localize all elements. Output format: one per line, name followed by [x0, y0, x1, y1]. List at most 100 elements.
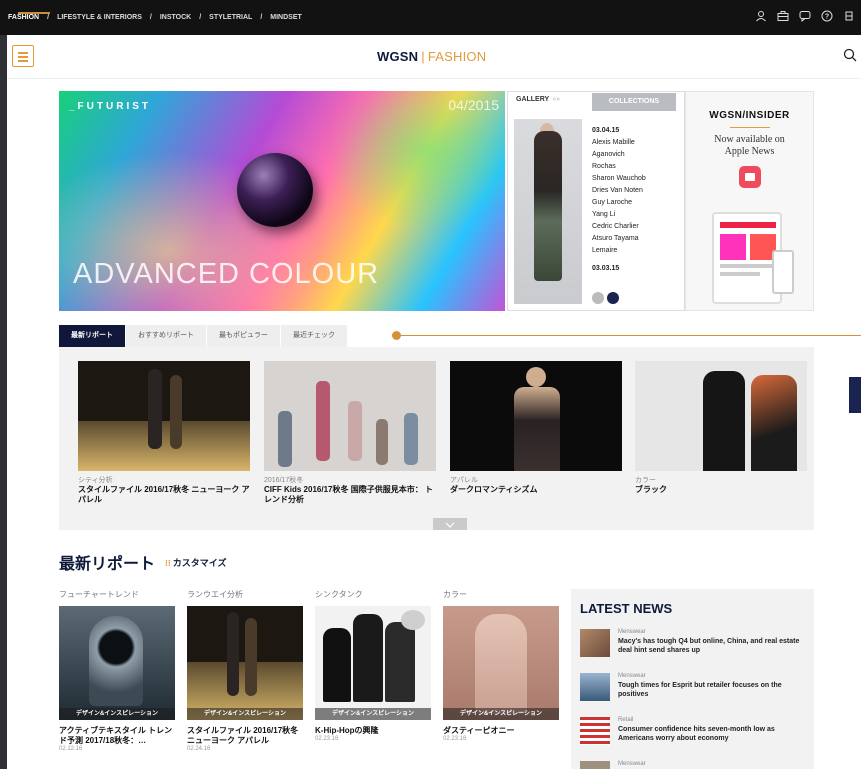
report-image [450, 361, 622, 471]
topnav-separator: / [149, 14, 152, 21]
report-title: アクティブテキスタイル トレンド予測 2017/18秋冬：… [59, 726, 173, 745]
topnav-separator: / [199, 14, 202, 21]
briefcase-icon[interactable] [777, 10, 789, 22]
insider-promo[interactable]: WGSN/INSIDER Now available on Apple News [685, 91, 814, 311]
report-card[interactable]: カラー ブラック [635, 361, 807, 495]
model-body [534, 131, 562, 281]
latest-news-panel: LATEST NEWS Menswear Macy's has tough Q4… [571, 589, 814, 769]
tab-latest[interactable]: 最新リポート [59, 325, 125, 352]
report-label: デザイン&インスピレーション [315, 708, 431, 720]
latest-report-card[interactable]: ランウエイ分析 デザイン&インスピレーション スタイルファイル 2016/17秋… [187, 589, 303, 752]
report-category: フューチャートレンド [59, 590, 139, 599]
tablet-header [720, 222, 776, 228]
collection-date: 03.04.15 [592, 127, 620, 134]
report-image [78, 361, 250, 471]
news-category: Menswear [618, 761, 646, 767]
apple-news-icon [738, 166, 761, 188]
person-figure [353, 614, 383, 702]
news-title: Consumer confidence hits seven-month low… [618, 726, 775, 742]
hero-kicker: _FUTURIST [69, 101, 151, 112]
hero-banner[interactable]: _FUTURIST 04/2015 ADVANCED COLOUR [59, 91, 505, 311]
topnav-instock[interactable]: INSTOCK [160, 14, 191, 21]
report-category: シティ分析 [78, 477, 113, 484]
customize-label: カスタマイズ [172, 558, 227, 568]
tablet-text [720, 264, 776, 268]
latest-report-card[interactable]: フューチャートレンド デザイン&インスピレーション アクティブテキスタイル トレ… [59, 589, 175, 752]
collection-item[interactable]: Aganovich [592, 149, 646, 161]
model-body [514, 387, 560, 471]
model-figure [227, 612, 239, 696]
top-nav-bar: FASHION / LIFESTYLE & INTERIORS / INSTOC… [0, 0, 861, 35]
hamburger-icon-line [18, 60, 28, 62]
tab-recommended[interactable]: おすすめリポート [126, 325, 206, 347]
child-figure [348, 401, 362, 461]
topnav-separator: / [260, 14, 263, 21]
report-card[interactable]: シティ分析 スタイルファイル 2016/17秋冬 ニューヨーク アパレル [78, 361, 250, 505]
site-header: WGSN | FASHION [7, 35, 861, 79]
collection-item[interactable]: Lemaire [592, 245, 646, 257]
news-thumbnail [580, 761, 610, 769]
report-image [264, 361, 436, 471]
arrow-down-icon[interactable] [607, 292, 619, 304]
tab-recent[interactable]: 最近チェック [281, 325, 347, 347]
insider-line1: Now available on [714, 134, 785, 145]
report-title: ダークロマンティシズム [450, 485, 538, 494]
latest-reports-title: 最新リポート [59, 556, 156, 573]
customize-button[interactable]: ⁝⁝ カスタマイズ [165, 556, 226, 569]
featured-reports: シティ分析 スタイルファイル 2016/17秋冬 ニューヨーク アパレル 201… [59, 347, 814, 530]
report-card[interactable]: アパレル ダークロマンティシズム [450, 361, 622, 495]
runway-photo[interactable] [514, 119, 582, 304]
logo-sub: FASHION [427, 49, 487, 64]
news-thumbnail [580, 629, 610, 657]
arrow-up-icon[interactable] [592, 292, 604, 304]
tab-gallery[interactable]: GALLERY»» [516, 96, 560, 103]
insider-title: WGSN/INSIDER [709, 110, 790, 121]
collection-item[interactable]: Cedric Charlier [592, 221, 646, 233]
grid-icon: ⁝⁝ [165, 558, 171, 568]
report-card[interactable]: 2016/17秋冬 CIFF Kids 2016/17秋冬 国際子供服見本市： … [264, 361, 436, 505]
collection-item[interactable]: Rochas [592, 161, 646, 173]
collection-item[interactable]: Atsuro Tayama [592, 233, 646, 245]
insider-line2: Apple News [724, 146, 775, 157]
collection-item[interactable]: Alexis Mabille [592, 137, 646, 149]
report-date: 02.24.16 [187, 746, 211, 752]
topnav-lifestyle[interactable]: LIFESTYLE & INTERIORS [57, 14, 142, 21]
report-title: ダスティーピオニー [443, 726, 515, 735]
wgsn-logo[interactable]: WGSN | FASHION [377, 49, 486, 64]
collection-item[interactable]: Yang Li [592, 209, 646, 221]
latest-report-card[interactable]: カラー デザイン&インスピレーション ダスティーピオニー 02.23.16 [443, 589, 559, 742]
report-image: デザイン&インスピレーション [315, 606, 431, 720]
collection-item[interactable]: Dries Van Noten [592, 185, 646, 197]
report-category: アパレル [450, 477, 478, 484]
slider-dot[interactable] [392, 331, 401, 340]
hamburger-menu-button[interactable] [12, 45, 34, 67]
hamburger-icon [18, 52, 28, 54]
hero-date: 04/2015 [448, 97, 499, 113]
news-thumbnail [580, 673, 610, 701]
latest-report-card[interactable]: シンクタンク デザイン&インスピレーション K-Hip-Hopの興隆 02.23… [315, 589, 431, 742]
search-icon[interactable] [843, 48, 857, 62]
topnav-mindset[interactable]: MINDSET [270, 14, 302, 21]
report-image: デザイン&インスピレーション [59, 606, 175, 720]
user-icon[interactable] [755, 10, 767, 22]
collection-item[interactable]: Guy Laroche [592, 197, 646, 209]
tab-popular[interactable]: 最もポピュラー [207, 325, 280, 347]
chevron-right-icon: »» [552, 96, 560, 103]
topnav-fashion[interactable]: FASHION [8, 14, 39, 21]
chat-icon[interactable] [799, 10, 811, 22]
report-label: デザイン&インスピレーション [187, 708, 303, 720]
news-thumbnail [580, 717, 610, 745]
divider-line [397, 335, 861, 336]
feedback-side-tab[interactable] [849, 377, 861, 413]
tab-collections[interactable]: COLLECTIONS [592, 93, 676, 111]
help-icon[interactable]: ? [821, 10, 833, 22]
report-label: デザイン&インスピレーション [443, 708, 559, 720]
site-page: WGSN | FASHION _FUTURIST 04/2015 ADVANCED … [7, 35, 861, 769]
collection-item[interactable]: Sharon Wauchob [592, 173, 646, 185]
person-figure [323, 628, 351, 702]
report-category: カラー [443, 590, 467, 599]
more-icon[interactable] [843, 10, 855, 22]
expand-toggle[interactable] [433, 518, 467, 530]
model-figure [475, 614, 527, 714]
topnav-styletrial[interactable]: STYLETRIAL [209, 14, 252, 21]
